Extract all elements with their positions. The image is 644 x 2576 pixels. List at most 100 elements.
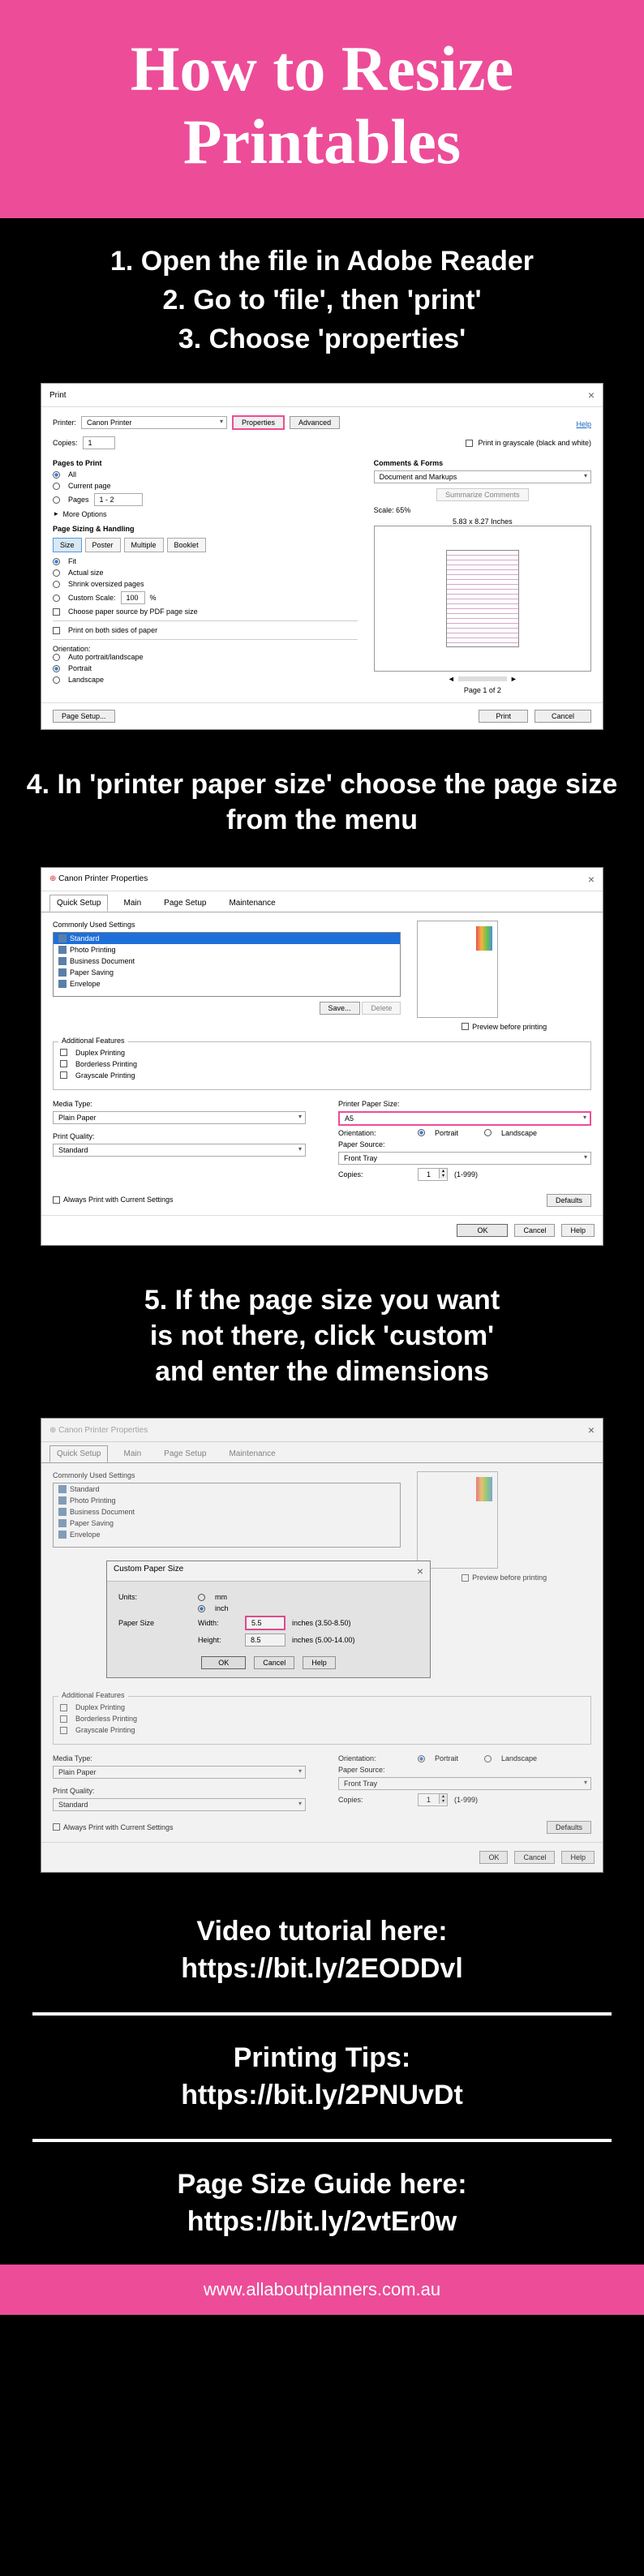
ok-button[interactable]: OK (457, 1224, 508, 1237)
radio-actual[interactable] (53, 569, 60, 577)
step-4: 4. In 'printer paper size' choose the pa… (0, 746, 644, 858)
copies-range: (1-999) (454, 1170, 478, 1179)
custom-cancel-button[interactable]: Cancel (254, 1656, 294, 1669)
footer-url[interactable]: www.allaboutplanners.com.au (0, 2265, 644, 2315)
shrink-label: Shrink oversized pages (68, 580, 144, 588)
paper-preview-faded (417, 1471, 498, 1569)
choose-source-checkbox[interactable] (53, 608, 60, 616)
tab-poster[interactable]: Poster (85, 538, 121, 552)
grayscale-checkbox[interactable] (466, 440, 473, 447)
commonly-used-faded: Commonly Used Settings (53, 1471, 401, 1479)
step-3: 3. Choose 'properties' (16, 320, 628, 359)
custom-ok-button[interactable]: OK (201, 1656, 246, 1669)
tab-multiple[interactable]: Multiple (124, 538, 164, 552)
help-link[interactable]: Help (576, 420, 591, 428)
height-input[interactable]: 8.5 (245, 1634, 286, 1646)
cancel-button[interactable]: Cancel (514, 1224, 555, 1237)
list-item-paper-saving[interactable]: Paper Saving (70, 968, 114, 977)
step-5: 5. If the page size you want is not ther… (0, 1262, 644, 1410)
both-sides-checkbox[interactable] (53, 627, 60, 634)
list-item-business[interactable]: Business Document (70, 957, 135, 965)
pct-label: % (150, 594, 157, 602)
pages-input[interactable]: 1 - 2 (94, 493, 143, 506)
borderless-label: Borderless Printing (75, 1060, 137, 1068)
props-title: Canon Printer Properties (58, 874, 148, 883)
preview-checkbox[interactable] (462, 1023, 469, 1030)
summarize-button: Summarize Comments (436, 488, 529, 501)
tab-size[interactable]: Size (53, 538, 82, 552)
media-type-label: Media Type: (53, 1100, 126, 1108)
radio-landscape[interactable] (53, 676, 60, 684)
quality-select[interactable]: Standard (53, 1144, 306, 1157)
tab-maint-faded: Maintenance (221, 1445, 282, 1462)
printer-select[interactable]: Canon Printer (81, 416, 227, 429)
source-label: Paper Source: (338, 1140, 411, 1148)
radio-pages[interactable] (53, 496, 60, 504)
copies-stepper[interactable]: 1▴▾ (418, 1168, 448, 1181)
grayscale-checkbox[interactable] (60, 1071, 67, 1079)
tips-label: Printing Tips: (16, 2040, 628, 2077)
borderless-checkbox[interactable] (60, 1060, 67, 1067)
always-checkbox[interactable] (53, 1196, 60, 1204)
radio-custom-scale[interactable] (53, 595, 60, 602)
radio-landscape-props[interactable] (484, 1129, 492, 1136)
media-type-select[interactable]: Plain Paper (53, 1111, 306, 1124)
video-url[interactable]: https://bit.ly/2EODDvl (16, 1951, 628, 1988)
close-icon[interactable]: × (588, 389, 595, 401)
paper-size-select[interactable]: A5 (338, 1111, 591, 1126)
advanced-button[interactable]: Advanced (290, 416, 340, 429)
print-button[interactable]: Print (479, 710, 528, 723)
list-item-photo[interactable]: Photo Printing (70, 946, 116, 954)
tips-url[interactable]: https://bit.ly/2PNUvDt (16, 2077, 628, 2114)
radio-current[interactable] (53, 483, 60, 490)
tab-maintenance[interactable]: Maintenance (221, 895, 282, 912)
duplex-checkbox[interactable] (60, 1049, 67, 1056)
more-options[interactable]: More Options (63, 510, 107, 518)
close-icon[interactable]: × (417, 1565, 423, 1578)
radio-inch[interactable] (198, 1605, 205, 1612)
width-label: Width: (198, 1619, 238, 1627)
custom-scale-input[interactable]: 100 (121, 591, 145, 604)
list-item-envelope[interactable]: Envelope (70, 980, 101, 988)
close-icon[interactable]: × (588, 873, 595, 886)
radio-shrink[interactable] (53, 581, 60, 588)
landscape-label: Landscape (68, 676, 104, 684)
media-faded: Plain Paper (53, 1766, 306, 1779)
list-item-standard[interactable]: Standard (70, 934, 100, 942)
units-label: Units: (118, 1593, 191, 1601)
help-button[interactable]: Help (561, 1224, 595, 1237)
pages-label: Pages (68, 496, 89, 504)
tab-page-setup[interactable]: Page Setup (157, 895, 213, 912)
quality-label: Print Quality: (53, 1132, 126, 1140)
grayscale-props-label: Grayscale Printing (75, 1071, 135, 1080)
radio-mm[interactable] (198, 1594, 205, 1601)
guide-url[interactable]: https://bit.ly/2vtEr0w (16, 2204, 628, 2241)
tab-main[interactable]: Main (116, 895, 148, 912)
copies-input[interactable]: 1 (83, 436, 115, 449)
comments-select[interactable]: Document and Markups (374, 470, 591, 483)
tab-booklet[interactable]: Booklet (167, 538, 206, 552)
portrait-label: Portrait (68, 664, 92, 672)
tab-quick-faded: Quick Setup (49, 1445, 108, 1462)
duplex-label: Duplex Printing (75, 1049, 125, 1057)
orientation-label: Orientation: (338, 1129, 411, 1137)
save-button[interactable]: Save... (320, 1002, 360, 1015)
quality-faded: Standard (53, 1798, 306, 1811)
width-input[interactable]: 5.5 (245, 1616, 286, 1630)
current-label: Current page (68, 482, 111, 490)
custom-help-button[interactable]: Help (303, 1656, 336, 1669)
source-select[interactable]: Front Tray (338, 1152, 591, 1165)
ok-faded: OK (479, 1851, 508, 1864)
properties-button[interactable]: Properties (232, 415, 285, 430)
radio-portrait[interactable] (53, 665, 60, 672)
cancel-button[interactable]: Cancel (535, 710, 591, 723)
defaults-button[interactable]: Defaults (547, 1194, 591, 1207)
page-setup-button[interactable]: Page Setup... (53, 710, 115, 723)
radio-auto-orient[interactable] (53, 654, 60, 661)
tab-quick-setup[interactable]: Quick Setup (49, 895, 108, 912)
radio-all[interactable] (53, 471, 60, 479)
settings-listbox[interactable]: Standard Photo Printing Business Documen… (53, 932, 401, 997)
radio-portrait-props[interactable] (418, 1129, 425, 1136)
radio-fit[interactable] (53, 558, 60, 565)
guide-label: Page Size Guide here: (16, 2166, 628, 2204)
